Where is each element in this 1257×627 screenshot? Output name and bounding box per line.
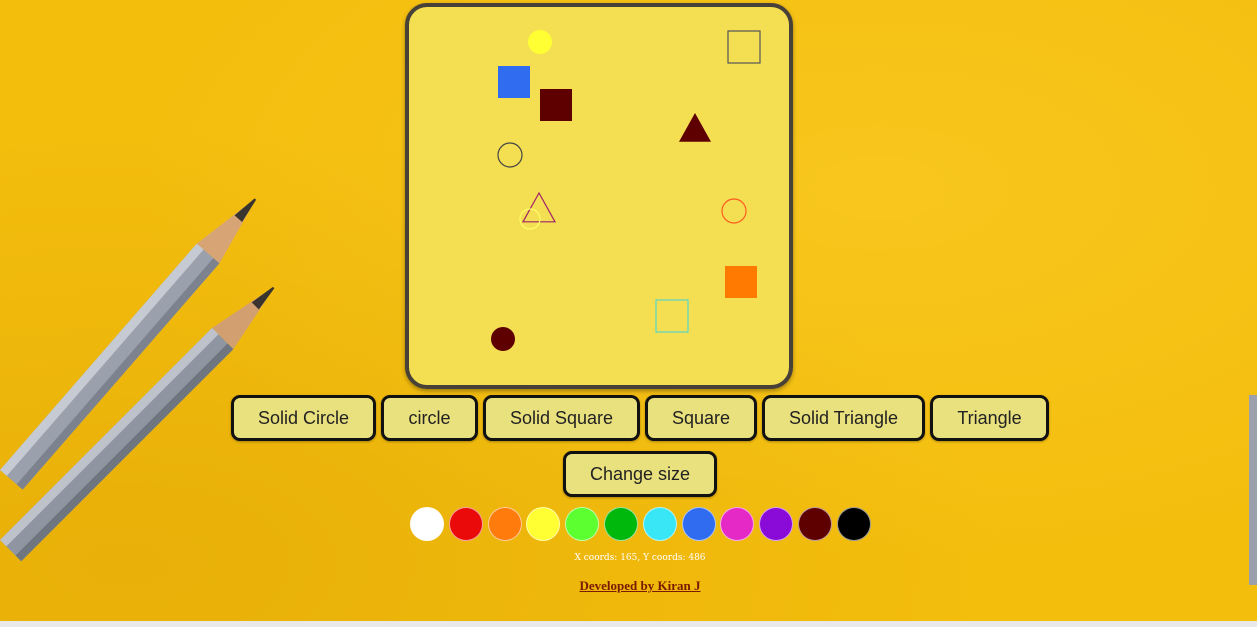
canvas-shape-square: [727, 30, 761, 64]
color-swatch-green[interactable]: [604, 507, 638, 541]
canvas-shape-solid-circle: [491, 327, 515, 351]
solid-triangle-button[interactable]: Solid Triangle: [762, 395, 925, 441]
color-swatch-cyan[interactable]: [642, 507, 677, 541]
drawing-canvas[interactable]: [405, 3, 793, 389]
coordinates-readout: X coords: 165, Y coords: 486: [574, 553, 706, 563]
solid-circle-button[interactable]: Solid Circle: [231, 395, 376, 441]
circle-button[interactable]: circle: [381, 395, 478, 441]
canvas-shape-circle: [497, 142, 523, 168]
change-size-button[interactable]: Change size: [563, 451, 717, 497]
color-swatch-orange[interactable]: [487, 507, 522, 541]
pencils-illustration: [0, 198, 275, 562]
triangle-button[interactable]: Triangle: [930, 395, 1049, 441]
color-swatch-lime[interactable]: [565, 507, 600, 541]
canvas-shape-solid-triangle: [679, 113, 711, 142]
shape-layer[interactable]: [409, 7, 789, 385]
canvas-shape-circle: [721, 198, 747, 224]
canvas-shape-square: [655, 299, 689, 333]
bottom-strip: [0, 621, 1257, 627]
canvas-shape-solid-square: [725, 266, 757, 298]
color-swatch-white[interactable]: [410, 507, 444, 541]
solid-square-button[interactable]: Solid Square: [483, 395, 640, 441]
color-swatch-red[interactable]: [448, 507, 483, 541]
canvas-shape-solid-square: [498, 66, 530, 98]
square-button[interactable]: Square: [645, 395, 757, 441]
color-swatch-blue[interactable]: [681, 507, 716, 541]
canvas-shape-solid-square: [540, 89, 572, 121]
developer-credit-link[interactable]: Developed by Kiran J: [0, 578, 1257, 594]
canvas-shape-circle: [519, 208, 541, 230]
canvas-shape-solid-circle: [528, 30, 552, 54]
color-swatch-maroon[interactable]: [798, 507, 832, 541]
canvas-shape-triangle: [521, 191, 557, 223]
color-swatch-black[interactable]: [836, 507, 871, 541]
color-swatch-purple[interactable]: [759, 507, 794, 541]
